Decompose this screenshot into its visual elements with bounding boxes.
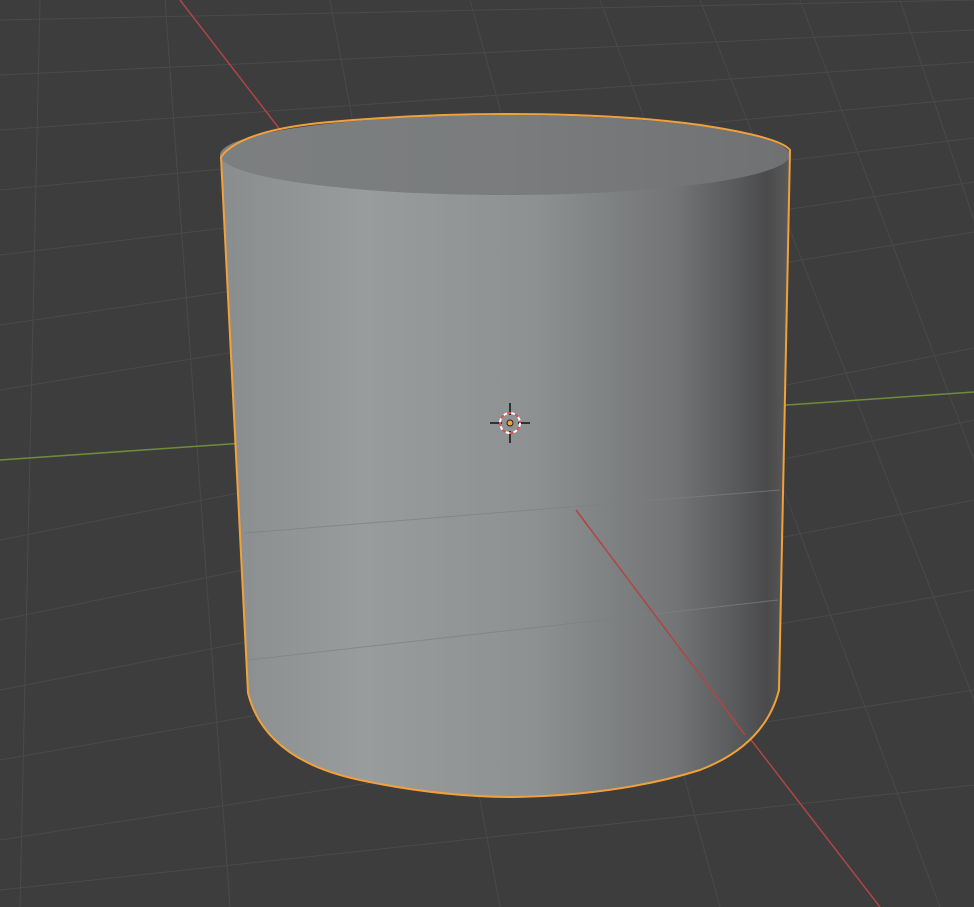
cylinder-side[interactable] xyxy=(221,150,790,797)
object-origin-icon xyxy=(506,419,514,427)
3d-viewport[interactable] xyxy=(0,0,974,907)
cylinder-top-face[interactable] xyxy=(220,115,790,195)
cylinder-object[interactable] xyxy=(219,112,792,799)
